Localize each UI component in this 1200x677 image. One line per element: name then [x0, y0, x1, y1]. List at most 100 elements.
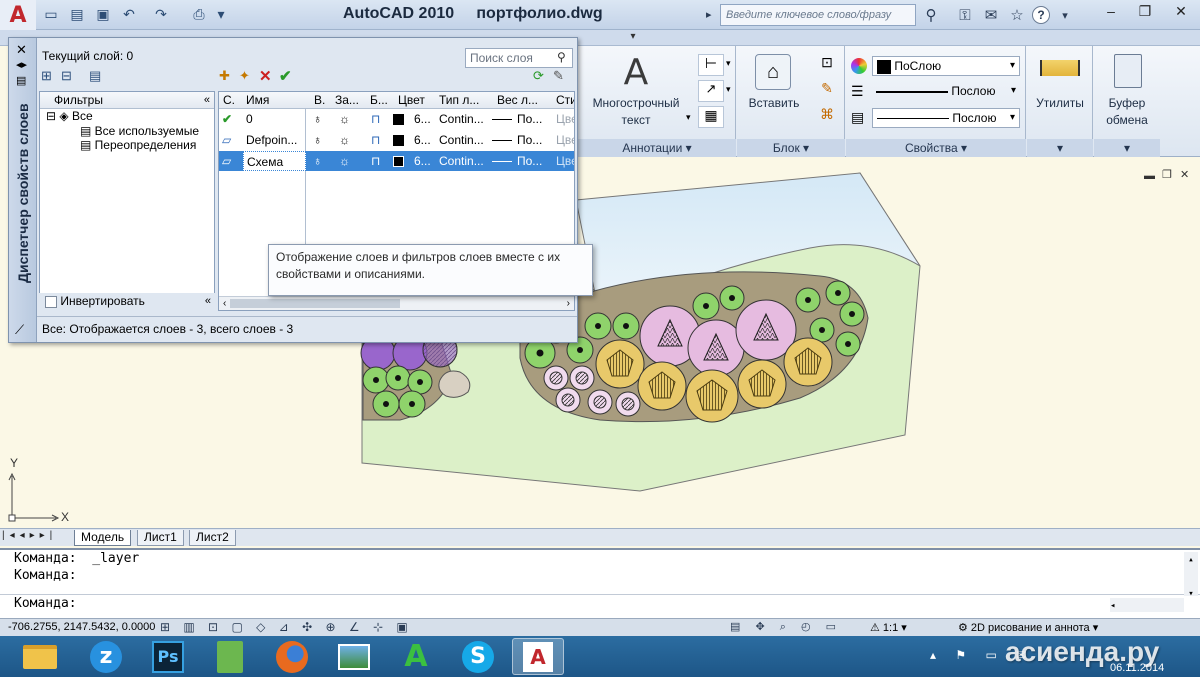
command-hscrollbar[interactable]: ◂ ▸ [1110, 598, 1184, 612]
layer-states-icon[interactable]: ▤ [89, 68, 101, 84]
firefox-icon[interactable] [266, 638, 318, 675]
settings-wrench-icon[interactable]: ✎ [553, 68, 564, 84]
edit-block-icon[interactable]: ✎ [815, 80, 839, 102]
col-linetype[interactable]: Тип л... [439, 92, 479, 108]
linetype-combo[interactable]: Послою ▾ [872, 108, 1020, 128]
col-name[interactable]: Имя [246, 92, 269, 108]
insert-block-icon[interactable]: ⌂ [755, 54, 791, 90]
create-block-icon[interactable]: ⊡ [815, 54, 839, 76]
col-on[interactable]: В. [314, 92, 325, 108]
workspace-switch[interactable]: ⚙ 2D рисование и аннота ▾ [958, 621, 1118, 634]
layer-color-swatch[interactable] [393, 109, 404, 129]
new-file-icon[interactable]: ▭ [40, 4, 62, 24]
lightbulb-icon[interactable]: ♁ [313, 130, 322, 150]
block-panel-title[interactable]: Блок ▾ [737, 139, 845, 157]
col-status[interactable]: С. [223, 92, 235, 108]
help-icon[interactable]: ? [1032, 6, 1050, 24]
new-property-filter-icon[interactable]: ⊞ [41, 68, 52, 84]
clipboard-button[interactable]: Буфер обмена [1094, 95, 1160, 129]
favorites-star-icon[interactable]: ☆ [1006, 4, 1028, 26]
archicad-icon[interactable]: A [390, 638, 442, 675]
col-color[interactable]: Цвет [398, 92, 425, 108]
new-layer-icon[interactable]: ✚ [219, 68, 230, 84]
col-style[interactable]: Сти [556, 92, 574, 108]
navigation-tools[interactable]: ▤ ✥ ⌕ ◴ ▭ [730, 620, 860, 634]
layer-color-swatch[interactable] [393, 151, 404, 171]
utilities-dropdown[interactable]: ▾ [1027, 139, 1093, 157]
application-menu-button[interactable]: A [0, 0, 36, 30]
layer-linetype[interactable]: Contin... [439, 109, 484, 129]
communication-center-icon[interactable]: ✉ [980, 4, 1002, 26]
layer-lineweight[interactable]: По... [517, 130, 542, 150]
clipboard-icon[interactable] [1114, 54, 1142, 88]
multiline-text-icon[interactable]: A [616, 52, 656, 93]
insert-button[interactable]: Вставить [739, 95, 809, 112]
subscription-key-icon[interactable]: ⚿ [954, 4, 976, 26]
delete-layer-icon[interactable]: ✕ [259, 67, 272, 85]
sun-icon[interactable]: ☼ [339, 130, 350, 150]
multiline-text-button[interactable]: Многострочный текст [580, 95, 692, 129]
sun-icon[interactable]: ☼ [339, 109, 350, 129]
layer-color-swatch[interactable] [393, 130, 404, 150]
dim-dropdown-icon[interactable]: ▾ [726, 58, 731, 69]
drafting-toggles[interactable]: ⊞ ▥ ⊡ ▢ ◇ ⊿ ✣ ⊕ ∠ ⊹ ▣ [160, 620, 408, 634]
col-freeze[interactable]: За... [335, 92, 359, 108]
command-input[interactable]: Команда: [0, 594, 1200, 611]
properties-panel-title[interactable]: Свойства ▾ [846, 139, 1026, 157]
help-search-input[interactable]: Введите ключевое слово/фразу [720, 4, 916, 26]
document-app-icon[interactable] [204, 638, 256, 675]
autocad-taskbar-icon[interactable]: A [512, 638, 564, 675]
layer-row-selected[interactable]: ▱ Схема ♁ ☼ ⊓ 6... Contin... По... Цве [219, 151, 574, 171]
multiline-dropdown-icon[interactable]: ▾ [686, 112, 691, 123]
zoner-icon[interactable]: z [80, 638, 132, 675]
close-window-button[interactable]: ✕ [1162, 0, 1200, 22]
file-explorer-icon[interactable] [14, 638, 66, 675]
undo-icon[interactable]: ↶ [118, 4, 140, 24]
table-icon[interactable]: ▦ [698, 106, 724, 128]
measure-icon[interactable] [1040, 60, 1080, 76]
invert-filter-checkbox[interactable]: Инвертировать « [39, 293, 215, 311]
layer-linetype[interactable]: Contin... [439, 151, 484, 171]
help-dropdown-icon[interactable]: ▾ [1054, 4, 1076, 26]
layer-lineweight[interactable]: По... [517, 109, 542, 129]
unlock-icon[interactable]: ⊓ [371, 151, 380, 171]
tree-item-all-used[interactable]: ▤ Все используемые [40, 124, 214, 138]
clipboard-dropdown[interactable]: ▾ [1094, 139, 1160, 157]
skype-icon[interactable]: S [452, 638, 504, 675]
color-combo[interactable]: ПоСлою ▾ [872, 56, 1020, 76]
expand-arrow-icon[interactable]: ▸ [706, 4, 720, 26]
layer-lineweight[interactable]: По... [517, 151, 542, 171]
layer-row[interactable]: ▱ Defpoin... ♁ ☼ ⊓ 6... Contin... По... … [219, 130, 574, 150]
maximize-button[interactable]: ❐ [1128, 0, 1162, 22]
open-folder-icon[interactable]: ▤ [66, 4, 88, 24]
unlock-icon[interactable]: ⊓ [371, 130, 380, 150]
edit-attributes-icon[interactable]: ⌘ [815, 106, 839, 128]
lightbulb-icon[interactable]: ♁ [313, 109, 322, 129]
lightbulb-icon[interactable]: ♁ [313, 151, 322, 171]
photoshop-icon[interactable]: Ps [142, 638, 194, 675]
col-lineweight[interactable]: Вес л... [497, 92, 538, 108]
tab-sheet2[interactable]: Лист2 [189, 530, 236, 546]
refresh-icon[interactable]: ⟳ [533, 68, 544, 84]
utilities-button[interactable]: Утилиты [1027, 95, 1093, 112]
ribbon-minimize-icon[interactable]: ▾ [626, 31, 640, 45]
leader-dropdown-icon[interactable]: ▾ [726, 84, 731, 95]
minimize-button[interactable]: – [1094, 0, 1128, 22]
tree-item-all[interactable]: ⊟ ◈ Все [40, 109, 214, 124]
tab-model[interactable]: Модель [74, 530, 132, 546]
col-lock[interactable]: Б... [370, 92, 388, 108]
image-viewer-icon[interactable] [328, 638, 380, 675]
annotation-scale[interactable]: ⚠ 1:1 ▾ [870, 621, 907, 634]
qat-dropdown-icon[interactable]: ▾ [210, 4, 232, 24]
new-vp-frozen-layer-icon[interactable]: ✦ [239, 68, 250, 84]
save-icon[interactable]: ▣ [92, 4, 114, 24]
unlock-icon[interactable]: ⊓ [371, 109, 380, 129]
redo-icon[interactable]: ↷ [150, 4, 172, 24]
tab-sheet1[interactable]: Лист1 [137, 530, 184, 546]
set-current-icon[interactable]: ✔ [279, 67, 292, 85]
tree-item-overrides[interactable]: ▤ Переопределения [40, 138, 214, 152]
dimension-icon[interactable]: ⊢ [698, 54, 724, 76]
annotations-panel-title[interactable]: Аннотации ▾ [578, 139, 736, 157]
plot-icon[interactable]: ⎙ [188, 4, 210, 24]
palette-resize-icon[interactable]: ⟋ [15, 322, 24, 338]
